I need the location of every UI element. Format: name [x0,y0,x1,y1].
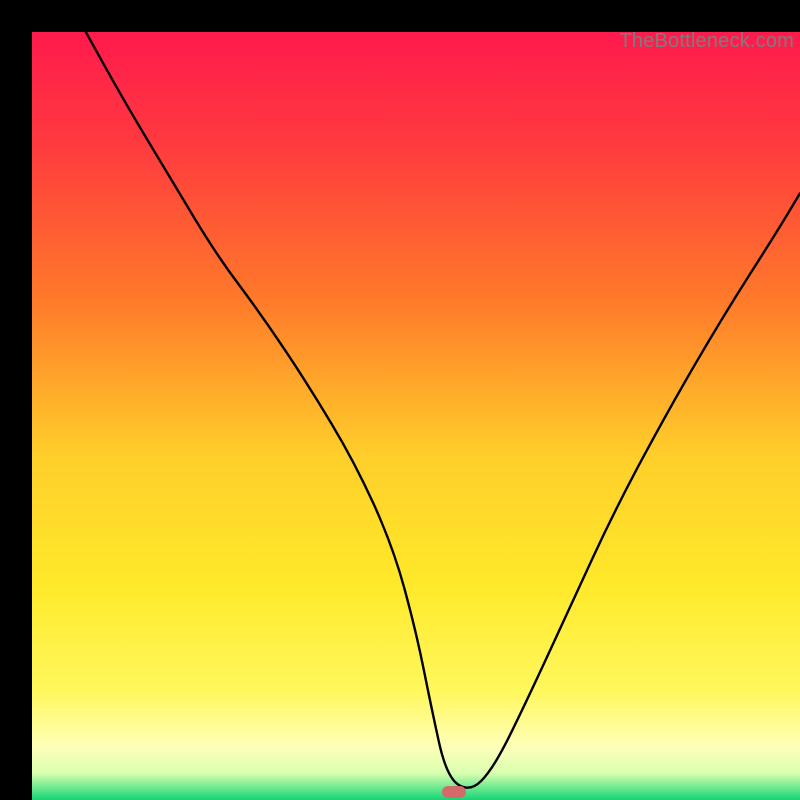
plot-area: TheBottleneck.com [32,32,800,800]
background-gradient [32,32,800,800]
chart-frame: TheBottleneck.com [0,0,800,800]
